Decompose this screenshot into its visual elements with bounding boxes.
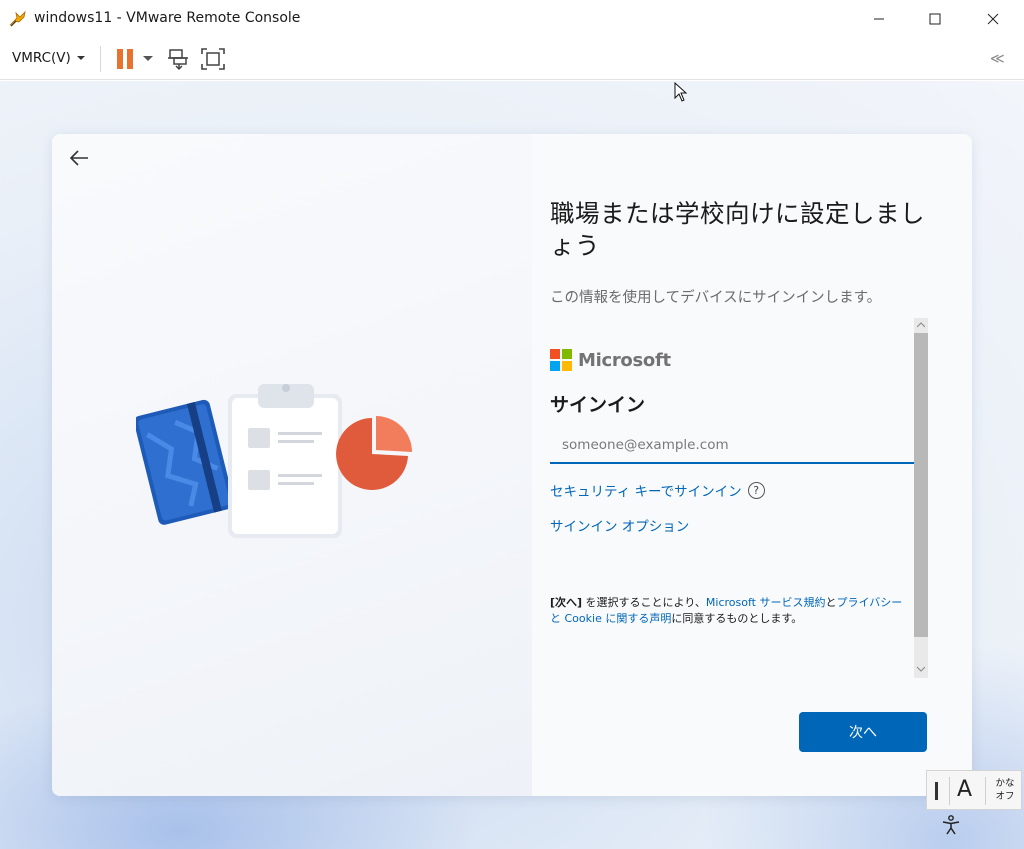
signin-frame: Microsoft サインイン セキュリティ キーでサインイン ? サインイン … xyxy=(550,318,930,678)
work-school-illustration xyxy=(136,384,412,538)
maximize-icon xyxy=(929,13,941,25)
chevron-down-icon xyxy=(76,56,85,60)
network-devices-icon[interactable] xyxy=(166,47,190,71)
privacy-link[interactable]: プライバシー xyxy=(836,596,902,609)
microsoft-brand-name: Microsoft xyxy=(578,349,671,371)
next-button[interactable]: 次へ xyxy=(799,712,927,752)
vmrc-toolbar: VMRC(V) ≪ xyxy=(0,38,1024,80)
toolbar-divider xyxy=(100,46,101,72)
microsoft-logo: Microsoft xyxy=(550,349,671,371)
terms-text-1: を選択することにより、 xyxy=(582,596,706,609)
terms-notice: [次へ] を選択することにより、Microsoft サービス規約とプライバシーと… xyxy=(550,595,916,627)
help-circle-icon[interactable]: ? xyxy=(747,481,765,499)
scroll-up-icon[interactable] xyxy=(914,318,928,332)
security-key-signin-label: セキュリティ キーでサインイン xyxy=(550,484,742,500)
signin-heading: サインイン xyxy=(550,394,646,416)
ime-grip-handle[interactable] xyxy=(935,782,938,800)
close-icon xyxy=(987,13,999,25)
ime-kana-line1: かな xyxy=(995,778,1015,789)
vmrc-menu-button[interactable]: VMRC(V) xyxy=(12,50,85,66)
ime-kana-line2: オフ xyxy=(995,791,1015,802)
vmware-remote-console-icon xyxy=(9,10,26,27)
pause-icon[interactable] xyxy=(114,48,136,70)
close-button[interactable] xyxy=(964,0,1022,38)
microsoft-squares-icon xyxy=(550,349,572,371)
collapse-toolbar-button[interactable]: ≪ xyxy=(990,51,1014,67)
security-key-signin-link[interactable]: セキュリティ キーでサインイン ? xyxy=(550,480,765,500)
page-subtitle: この情報を使用してデバイスにサインインします。 xyxy=(550,290,882,306)
terms-text-2: と xyxy=(825,596,837,609)
ime-kana-toggle[interactable]: かな オフ xyxy=(993,777,1017,803)
oobe-setup-card: 職場または学校向けに設定しましょう この情報を使用してデバイスにサインインします… xyxy=(52,134,972,796)
ime-language-bar: A かな オフ xyxy=(926,770,1022,810)
scroll-down-icon[interactable] xyxy=(914,662,928,676)
maximize-button[interactable] xyxy=(906,0,964,38)
window-title: windows11 - VMware Remote Console xyxy=(34,10,301,26)
mouse-cursor-icon xyxy=(674,82,688,102)
scroll-thumb[interactable] xyxy=(914,333,928,637)
cookie-statement-link[interactable]: と Cookie に関する声明 xyxy=(550,612,671,625)
email-input[interactable] xyxy=(550,428,914,464)
power-dropdown-chevron-icon[interactable] xyxy=(142,54,154,64)
vmrc-menu-label: VMRC(V) xyxy=(12,50,71,66)
title-bar: windows11 - VMware Remote Console xyxy=(0,0,1024,38)
ime-input-mode-button[interactable]: A xyxy=(957,777,972,802)
illustration-panel xyxy=(52,134,532,796)
signin-frame-scrollbar[interactable] xyxy=(914,318,928,678)
back-arrow-icon[interactable] xyxy=(68,148,90,168)
accessibility-icon[interactable] xyxy=(940,814,962,836)
fullscreen-icon[interactable] xyxy=(200,47,226,71)
service-agreement-link[interactable]: Microsoft サービス規約 xyxy=(706,596,826,609)
ime-divider xyxy=(949,777,950,805)
ime-divider-2 xyxy=(985,777,986,805)
terms-text-3: に同意するものとします。 xyxy=(671,612,803,625)
page-title: 職場または学校向けに設定しましょう xyxy=(550,199,925,260)
terms-bold-next: [次へ] xyxy=(550,596,583,609)
minimize-icon xyxy=(874,18,884,20)
signin-options-link[interactable]: サインイン オプション xyxy=(550,515,689,535)
minimize-button[interactable] xyxy=(850,0,908,38)
